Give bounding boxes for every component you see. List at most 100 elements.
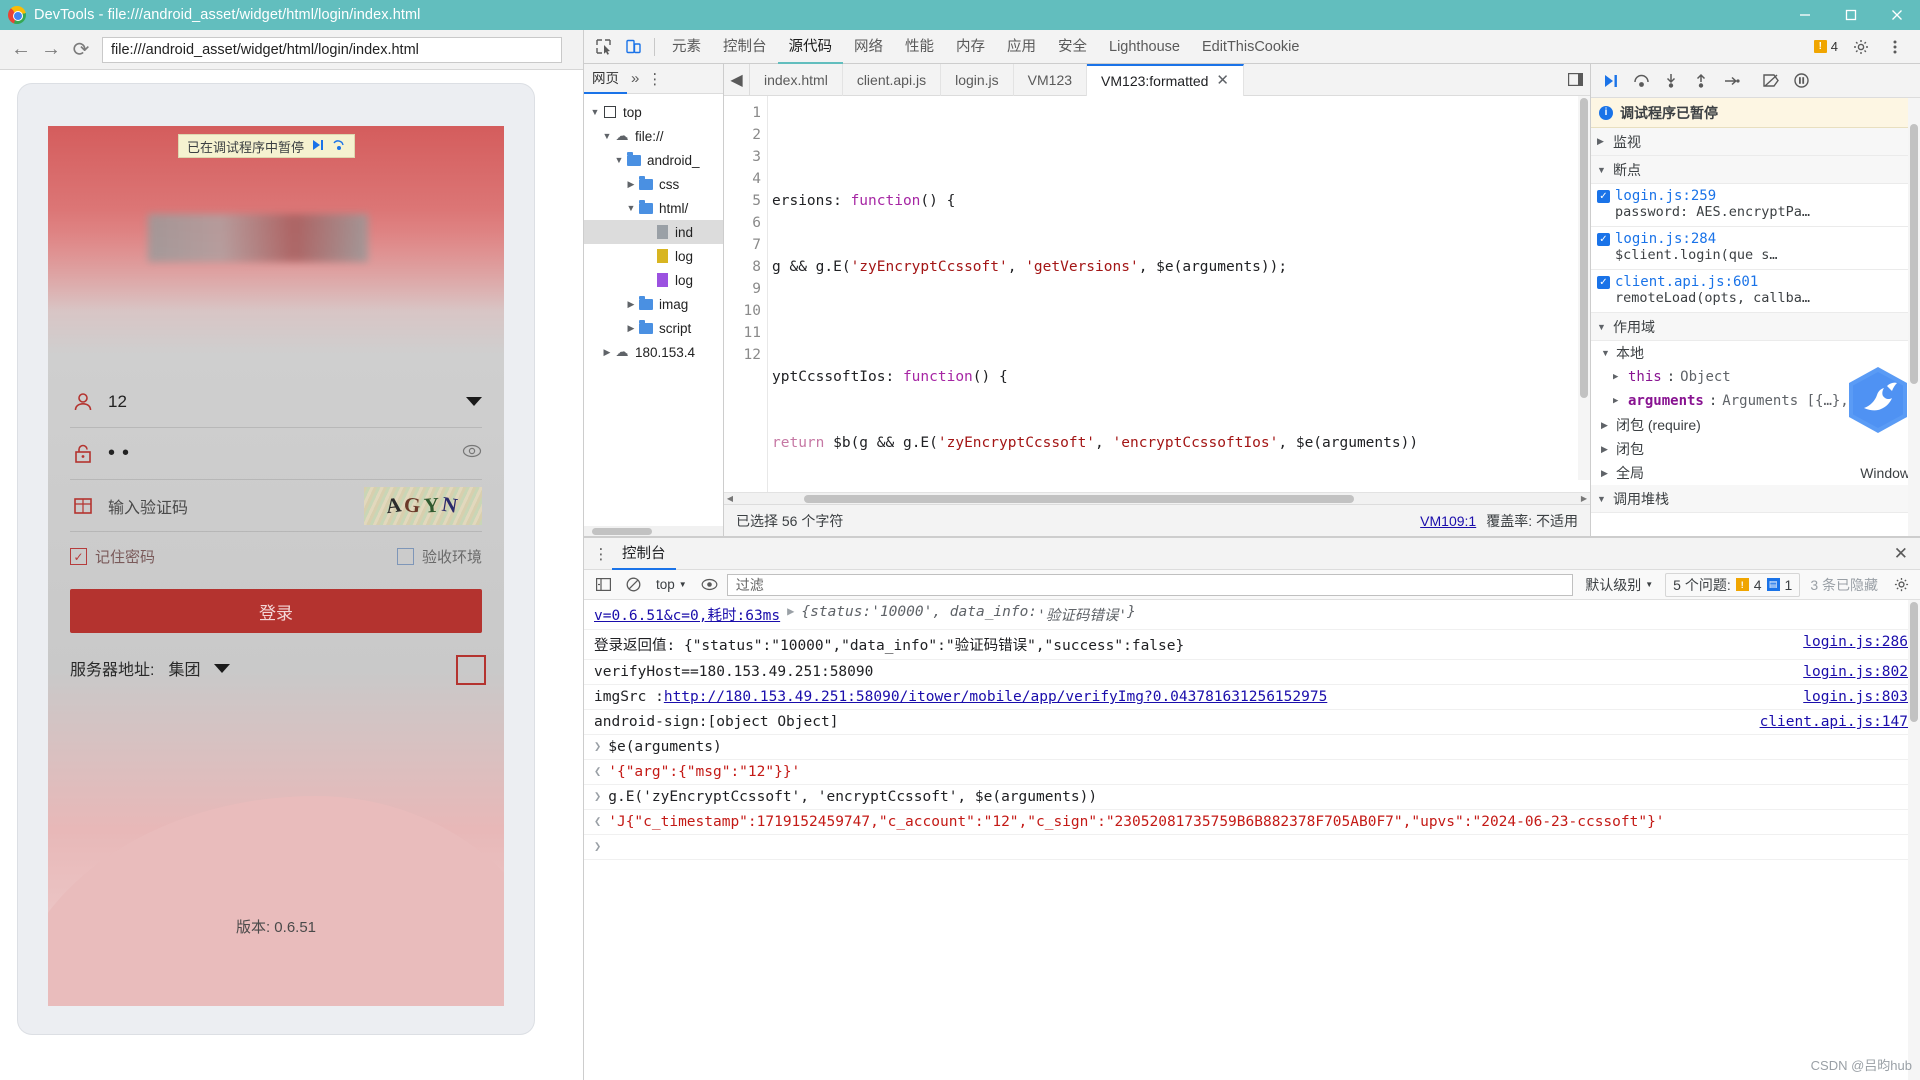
debugger-scrollbar[interactable] <box>1908 98 1920 536</box>
breakpoint-item[interactable]: ✓ client.api.js:601 remoteLoad(opts, cal… <box>1591 270 1920 313</box>
chevron-right-icon[interactable]: ▶ <box>1613 372 1623 382</box>
step-icon[interactable] <box>1717 68 1745 94</box>
navigator-more-tabs[interactable]: » <box>627 70 643 87</box>
line-number[interactable]: 1 <box>724 102 761 124</box>
breakpoint-checkbox[interactable]: ✓ <box>1597 190 1610 203</box>
code-viewport[interactable]: 1 2 3 4 5 6 7 8 9 10 11 12 ersions: func… <box>724 96 1590 492</box>
tree-node-html[interactable]: ▼ html/ <box>584 196 723 220</box>
editor-tab-vm123[interactable]: VM123 <box>1014 63 1088 96</box>
vm-link[interactable]: VM109:1 <box>1420 513 1476 529</box>
chevron-down-icon[interactable]: ▼ <box>1597 165 1607 175</box>
tree-node-android[interactable]: ▼ android_ <box>584 148 723 172</box>
devtools-tab-sources[interactable]: 源代码 <box>777 30 843 64</box>
breakpoint-checkbox[interactable]: ✓ <box>1597 233 1610 246</box>
line-number[interactable]: 6 <box>724 212 761 234</box>
tree-node-top[interactable]: ▼ top <box>584 100 723 124</box>
console-filter-input[interactable]: 过滤 <box>726 573 1574 596</box>
back-icon[interactable]: ← <box>6 35 36 65</box>
twisty-icon[interactable]: ▶ <box>600 347 614 358</box>
chevron-down-icon[interactable]: ▼ <box>1597 322 1607 332</box>
chevron-right-icon[interactable]: ▶ <box>1601 468 1611 479</box>
console-prompt-row[interactable]: ❯ <box>584 835 1920 860</box>
login-button[interactable]: 登录 <box>70 589 482 633</box>
editor-panel-toggle-icon[interactable] <box>1560 73 1590 86</box>
line-number[interactable]: 2 <box>724 124 761 146</box>
breakpoint-item[interactable]: ✓ login.js:284 $client.login(que s… <box>1591 227 1920 270</box>
drawer-tab-console[interactable]: 控制台 <box>612 538 676 570</box>
gear-icon[interactable] <box>1846 34 1876 60</box>
live-expression-icon[interactable] <box>697 573 723 597</box>
inspect-element-icon[interactable] <box>588 34 618 60</box>
deactivate-breakpoints-icon[interactable] <box>1757 68 1785 94</box>
breakpoint-item[interactable]: ✓ login.js:259 password: AES.encryptPa… <box>1591 184 1920 227</box>
watch-section-header[interactable]: ▶ 监视 <box>1591 128 1920 156</box>
twisty-icon[interactable]: ▼ <box>612 155 626 165</box>
devtools-tab-memory[interactable]: 内存 <box>945 30 996 64</box>
chevron-right-icon[interactable]: ▶ <box>1601 444 1611 455</box>
tree-node-scripts[interactable]: ▶ script <box>584 316 723 340</box>
console-url-link[interactable]: http://180.153.49.251:58090/itower/mobil… <box>664 689 1327 705</box>
eye-icon[interactable] <box>462 444 482 463</box>
scan-qr-icon[interactable] <box>456 655 482 681</box>
captcha-row[interactable]: 输入验证码 AGYN <box>70 480 482 532</box>
console-command[interactable]: g.E('zyEncryptCcssoft', 'encryptCcssoft'… <box>608 789 1097 805</box>
tree-node-css[interactable]: ▶ css <box>584 172 723 196</box>
chevron-right-icon[interactable]: ▶ <box>1601 420 1611 431</box>
editor-tab-login-js[interactable]: login.js <box>941 63 1014 96</box>
devtools-tab-console[interactable]: 控制台 <box>712 30 778 64</box>
console-source-link[interactable]: login.js:286 <box>1789 634 1908 650</box>
line-number[interactable]: 12 <box>724 344 761 366</box>
devtools-tab-security[interactable]: 安全 <box>1047 30 1098 64</box>
console-source-link[interactable]: client.api.js:147 <box>1746 714 1908 730</box>
maximize-button[interactable] <box>1828 0 1874 30</box>
step-out-icon[interactable] <box>1687 68 1715 94</box>
twisty-icon[interactable]: ▼ <box>624 203 638 213</box>
line-number[interactable]: 8 <box>724 256 761 278</box>
devtools-tab-performance[interactable]: 性能 <box>894 30 945 64</box>
close-button[interactable] <box>1874 0 1920 30</box>
forward-icon[interactable]: → <box>36 35 66 65</box>
line-number[interactable]: 10 <box>724 300 761 322</box>
account-dropdown-icon[interactable] <box>466 397 482 406</box>
scope-closure[interactable]: ▶ 闭包 <box>1591 437 1920 461</box>
editor-tab-vm123-formatted[interactable]: VM123:formatted ✕ <box>1087 63 1244 96</box>
console-request-link[interactable]: v=0.6.51&c=0,耗时:63ms <box>594 604 780 625</box>
breakpoint-location[interactable]: login.js:259 <box>1615 188 1914 204</box>
console-command[interactable]: $e(arguments) <box>608 739 722 755</box>
remember-password-checkbox[interactable]: ✓ <box>70 548 87 565</box>
gear-icon[interactable] <box>1888 573 1914 597</box>
password-value[interactable]: •• <box>108 442 136 465</box>
twisty-icon[interactable]: ▶ <box>624 179 638 190</box>
expand-arrow-icon[interactable]: ▶ <box>787 604 794 618</box>
account-row[interactable]: 12 <box>70 376 482 428</box>
breakpoint-location[interactable]: login.js:284 <box>1615 231 1914 247</box>
acceptance-env-checkbox[interactable]: ✓ <box>396 548 414 565</box>
tree-node-host[interactable]: ▶ ☁ 180.153.4 <box>584 340 723 364</box>
navigator-kebab-icon[interactable]: ⋮ <box>643 70 666 88</box>
scroll-left-icon[interactable]: ◀ <box>724 494 736 503</box>
console-source-link[interactable]: login.js:803 <box>1789 689 1908 705</box>
tree-node-images[interactable]: ▶ imag <box>584 292 723 316</box>
show-navigator-icon[interactable]: ◀ <box>724 63 750 96</box>
close-icon[interactable]: ✕ <box>1216 66 1229 96</box>
breakpoint-checkbox[interactable]: ✓ <box>1597 276 1610 289</box>
captcha-image[interactable]: AGYN <box>364 486 482 525</box>
captcha-placeholder[interactable]: 输入验证码 <box>108 494 188 518</box>
warning-badge[interactable]: ! 4 <box>1809 38 1842 55</box>
navigator-tab-page[interactable]: 网页 <box>584 64 627 94</box>
console-scrollbar[interactable] <box>1908 600 1920 1080</box>
line-number[interactable]: 7 <box>724 234 761 256</box>
code-content[interactable]: ersions: function() { g && g.E('zyEncryp… <box>768 96 1590 492</box>
chevron-down-icon[interactable]: ▼ <box>1597 494 1607 504</box>
banner-step-icon[interactable] <box>332 139 346 154</box>
drawer-kebab-icon[interactable]: ⋮ <box>590 545 612 563</box>
tree-node-file-scheme[interactable]: ▼ ☁ file:// <box>584 124 723 148</box>
twisty-icon[interactable]: ▶ <box>624 323 638 334</box>
line-number[interactable]: 11 <box>724 322 761 344</box>
url-input[interactable]: file:///android_asset/widget/html/login/… <box>102 36 562 63</box>
line-number[interactable]: 5 <box>724 190 761 212</box>
twisty-icon[interactable]: ▼ <box>600 131 614 141</box>
tree-node-login-js[interactable]: log <box>584 268 723 292</box>
execution-context-select[interactable]: top ▼ <box>650 577 693 592</box>
password-row[interactable]: •• <box>70 428 482 480</box>
